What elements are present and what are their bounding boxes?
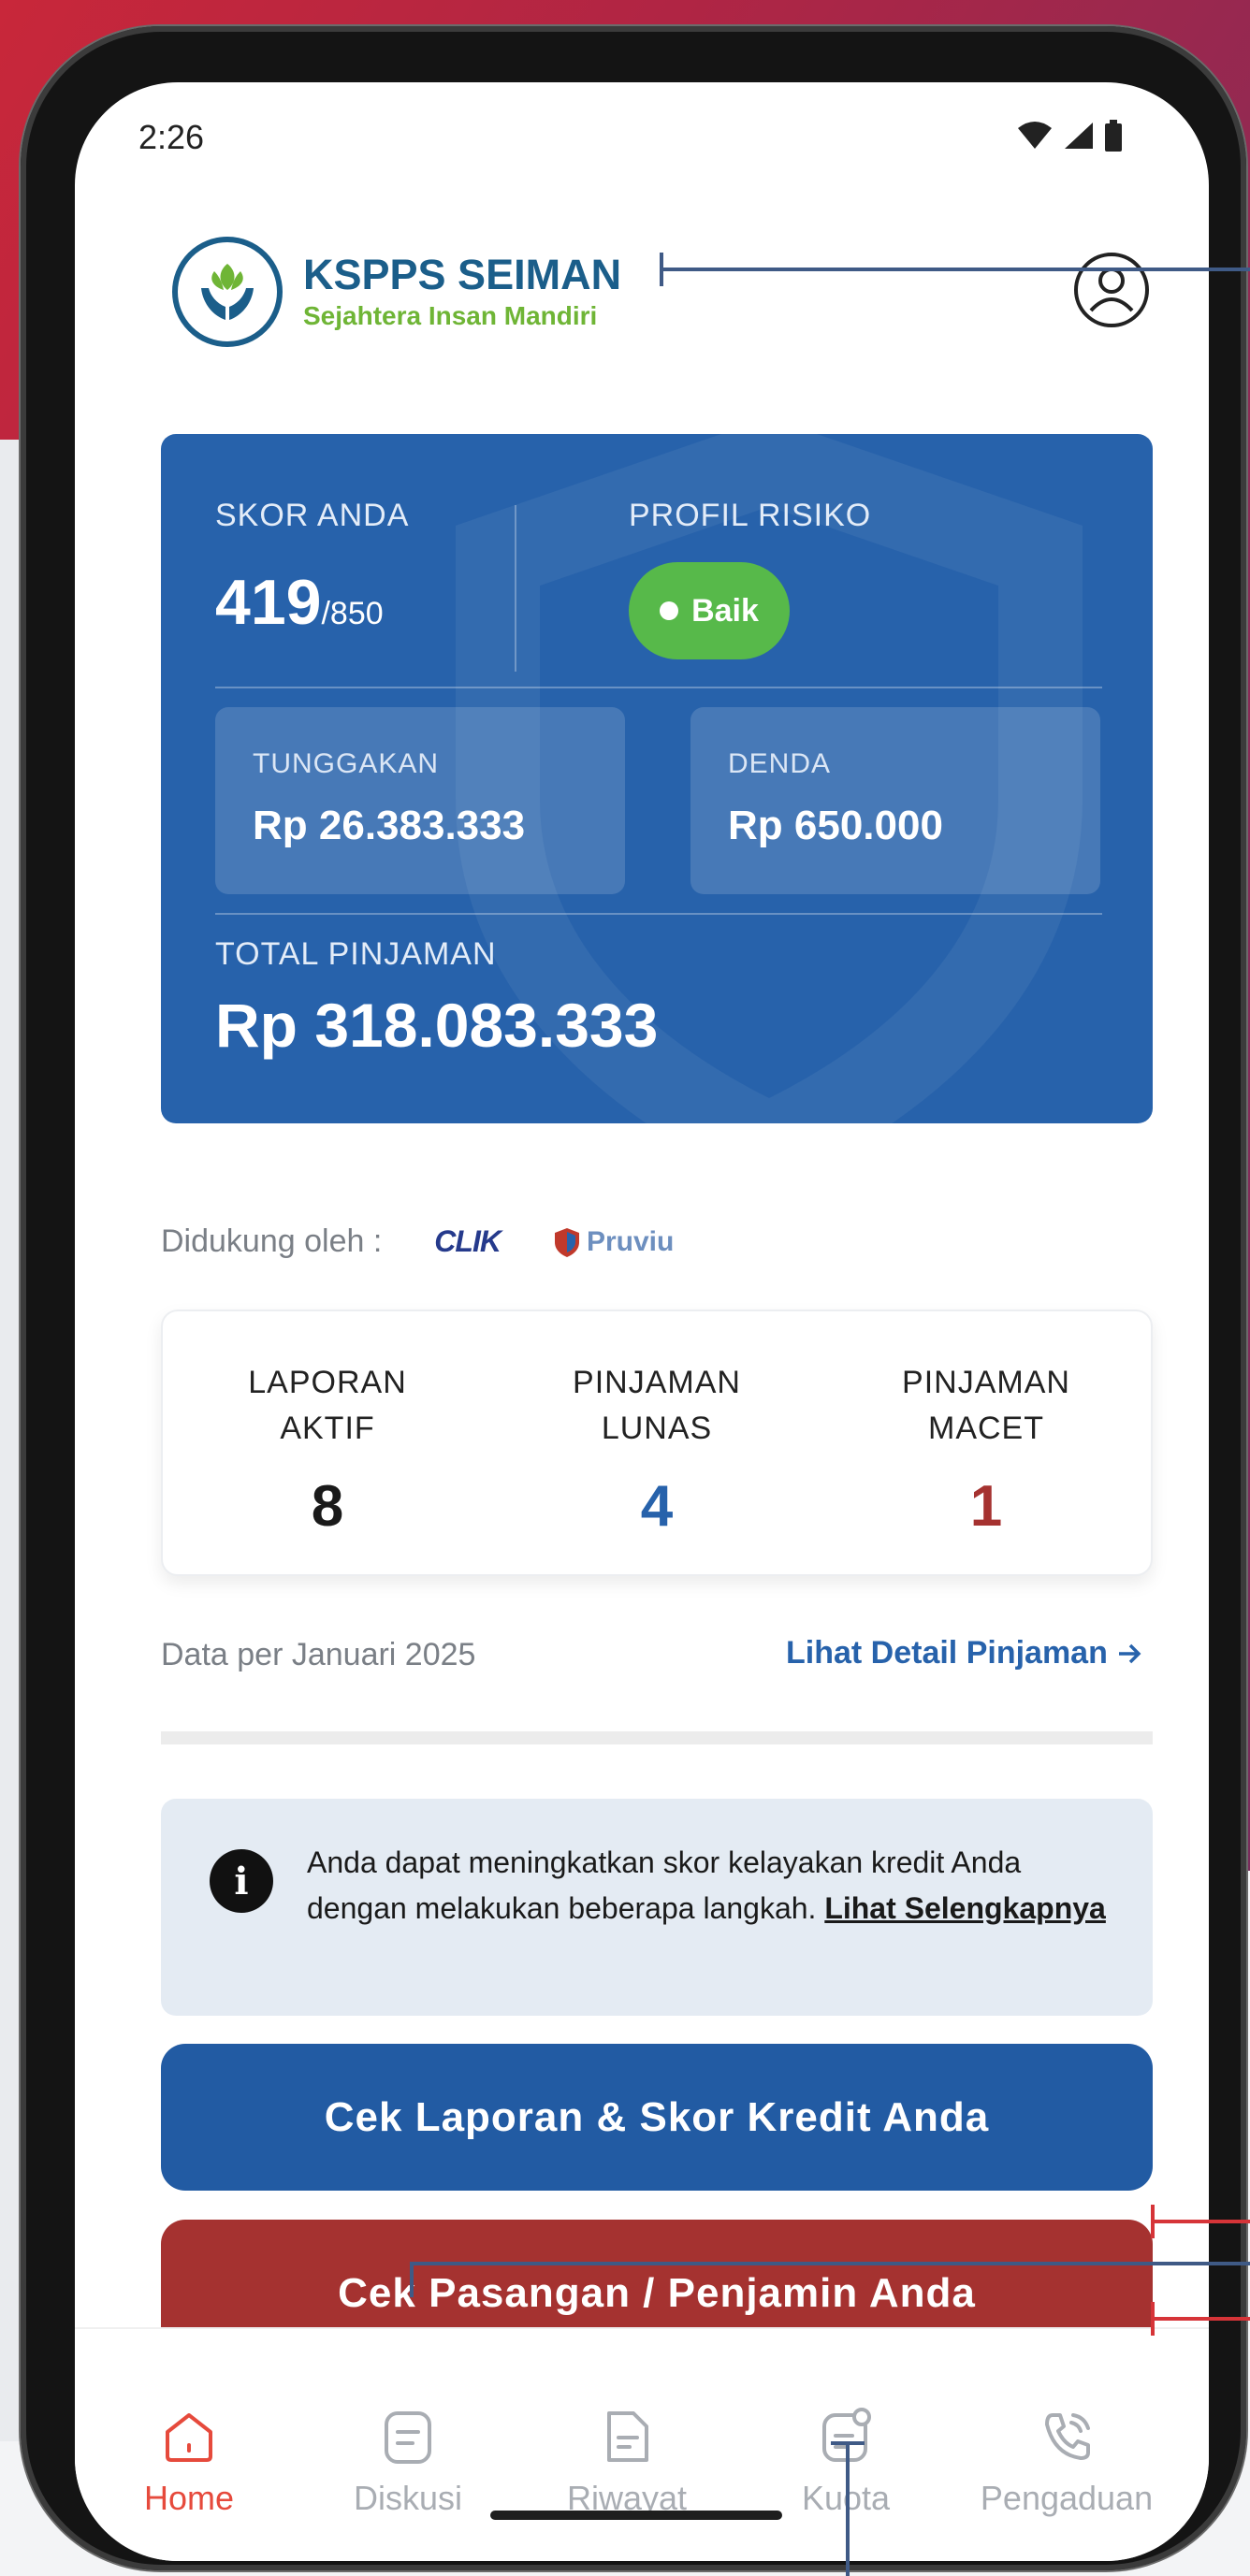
loan-stats-card[interactable]: LAPORAN AKTIF 8 PINJAMAN LUNAS 4 PINJAMA… (161, 1310, 1153, 1576)
score-value-wrap: 419/850 (215, 566, 409, 639)
status-dot-icon (660, 601, 679, 620)
stat-value: 1 (969, 1473, 1003, 1539)
shield-icon (554, 1227, 579, 1257)
divider (515, 505, 516, 672)
penalty-value: Rp 650.000 (728, 803, 943, 848)
score-card: SKOR ANDA 419/850 PROFIL RISIKO Baik TUN… (161, 434, 1153, 1123)
clik-logo: CLIK (434, 1224, 501, 1259)
nav-item-discussion[interactable]: Diskusi (296, 2406, 520, 2518)
stat-value: 8 (311, 1473, 344, 1539)
stat-label: LAPORAN AKTIF (248, 1365, 407, 1447)
nav-label-home: Home (143, 2479, 235, 2517)
callout-line (412, 2262, 1250, 2265)
score-label: SKOR ANDA (215, 498, 410, 533)
nav-item-history[interactable]: Riwayat (515, 2406, 739, 2518)
score-value: 419 (215, 567, 322, 638)
clik-logo-text: CLIK (434, 1224, 501, 1258)
callout-line (661, 268, 1250, 271)
callout-tick (1151, 2205, 1155, 2238)
home-indicator (490, 2511, 782, 2520)
info-text-wrap: Anda dapat meningkatkan skor kelayakan k… (307, 1840, 1121, 1931)
nav-item-home[interactable]: Home (77, 2406, 301, 2518)
divider (215, 913, 1102, 915)
pruviu-logo: Pruviu (553, 1226, 674, 1258)
signal-icon (1065, 123, 1093, 149)
stat-value: 4 (640, 1473, 674, 1539)
status-icons (1016, 120, 1123, 152)
nav-label-discussion: Diskusi (353, 2479, 462, 2517)
user-icon (1074, 253, 1149, 327)
callout-tick (410, 2262, 414, 2297)
wifi-icon (1018, 122, 1052, 149)
status-bar: 2:26 (75, 82, 1209, 195)
phone-icon (1045, 2413, 1090, 2460)
info-banner: i Anda dapat meningkatkan skor kelayakan… (161, 1799, 1153, 2016)
arrears-label: TUNGGAKAN (253, 748, 440, 779)
phone-frame: 2:26 KSPPS SEIMAN Sejahtera Insan Mandir… (21, 26, 1246, 2570)
callout-line (1153, 2317, 1250, 2321)
hands-plant-icon (172, 237, 283, 347)
org-text: KSPPS SEIMAN Sejahtera Insan Mandiri (303, 253, 621, 331)
info-icon: i (210, 1849, 273, 1913)
history-icon (607, 2411, 648, 2462)
score-block: SKOR ANDA 419/850 (215, 498, 409, 639)
stat-active-reports: LAPORAN AKTIF 8 (163, 1311, 492, 1574)
data-date: Data per Januari 2025 (161, 1637, 476, 1672)
callout-tick (660, 253, 663, 286)
divider (215, 687, 1102, 688)
total-loan-block: TOTAL PINJAMAN Rp 318.083.333 (215, 936, 658, 1061)
supported-by: Didukung oleh : CLIK Pruviu (161, 1223, 674, 1260)
supported-label: Didukung oleh : (161, 1223, 383, 1259)
info-more-link[interactable]: Lihat Selengkapnya (824, 1891, 1106, 1925)
arrears-value: Rp 26.383.333 (253, 803, 526, 848)
section-divider (161, 1731, 1153, 1744)
callout-line (846, 2443, 850, 2576)
battery-icon (1105, 120, 1122, 152)
check-credit-report-button[interactable]: Cek Laporan & Skor Kredit Anda (161, 2044, 1153, 2191)
org-name: KSPPS SEIMAN (303, 250, 622, 298)
risk-label: PROFIL RISIKO (629, 498, 872, 533)
stat-bad-loans: PINJAMAN MACET 1 (821, 1311, 1151, 1574)
penalty-box: DENDA Rp 650.000 (690, 707, 1100, 894)
app-screen: 2:26 KSPPS SEIMAN Sejahtera Insan Mandir… (75, 82, 1209, 2561)
score-max: /850 (321, 596, 384, 631)
home-icon (166, 2413, 212, 2462)
nav-label-complaint: Pengaduan (980, 2479, 1154, 2517)
total-value: Rp 318.083.333 (215, 991, 659, 1060)
arrow-right-icon (1118, 1643, 1141, 1663)
loan-detail-label: Lihat Detail Pinjaman (786, 1635, 1108, 1671)
risk-value: Baik (691, 592, 759, 629)
total-label: TOTAL PINJAMAN (215, 936, 497, 972)
stat-paid-loans: PINJAMAN LUNAS 4 (492, 1311, 821, 1574)
stat-label: PINJAMAN MACET (902, 1365, 1070, 1447)
org-tagline: Sejahtera Insan Mandiri (303, 300, 598, 330)
risk-block: PROFIL RISIKO Baik (629, 498, 871, 659)
callout-tick (1151, 2302, 1155, 2336)
nav-item-complaint[interactable]: Pengaduan (954, 2406, 1179, 2518)
arrears-box: TUNGGAKAN Rp 26.383.333 (215, 707, 625, 894)
pruviu-logo-text: Pruviu (586, 1225, 675, 1257)
loan-detail-link[interactable]: Lihat Detail Pinjaman (786, 1635, 1143, 1672)
risk-status-badge: Baik (629, 562, 790, 659)
status-time: 2:26 (138, 118, 205, 156)
callout-line (1153, 2220, 1250, 2223)
penalty-label: DENDA (728, 748, 832, 779)
stat-label: PINJAMAN LUNAS (573, 1365, 741, 1447)
bottom-nav: Home Diskusi Riwayat Pengaduan (75, 2327, 1209, 2561)
discussion-icon (385, 2411, 431, 2464)
callout-tick (831, 2441, 865, 2445)
profile-button[interactable] (1072, 251, 1151, 329)
org-logo: KSPPS SEIMAN Sejahtera Insan Mandiri (172, 237, 621, 347)
